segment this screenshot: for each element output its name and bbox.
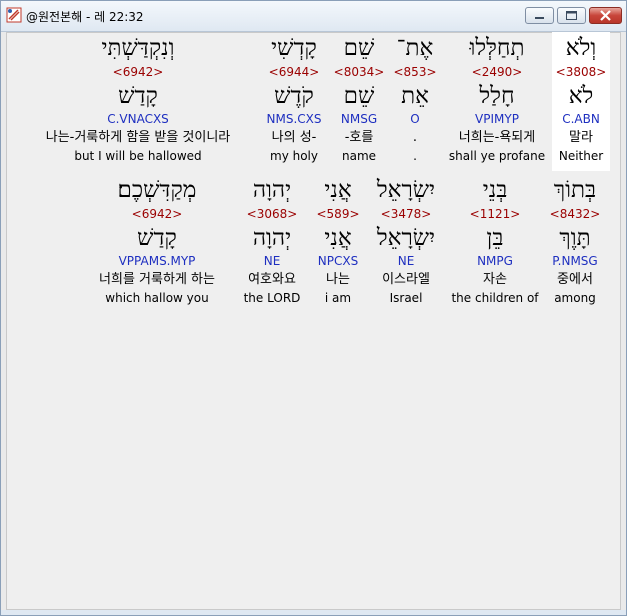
title-bar[interactable]: @원전본해 - 레 22:32 xyxy=(1,1,626,32)
english-gloss: my holy xyxy=(270,149,318,163)
hebrew-word[interactable]: אֲנִי xyxy=(324,176,351,204)
hebrew-word[interactable]: יִשְׂרָאֵל xyxy=(377,176,435,204)
english-gloss: which hallow you xyxy=(105,291,209,305)
morphology-code: NMSG xyxy=(340,112,378,126)
hebrew-lemma: תָּוֶךְ xyxy=(559,225,591,251)
hebrew-lemma: אֵת xyxy=(401,83,429,109)
maximize-button[interactable] xyxy=(557,7,586,24)
strong-number[interactable]: <6942> xyxy=(113,65,164,79)
morphology-code: NMS.CXS xyxy=(266,112,322,126)
hebrew-word[interactable]: וְלֹא xyxy=(566,34,596,62)
korean-gloss: -호를 xyxy=(344,130,374,145)
strong-number[interactable]: <3808> xyxy=(556,65,607,79)
english-gloss: among xyxy=(554,291,596,305)
hebrew-lemma: לֹא xyxy=(568,83,594,109)
hebrew-lemma: יִשְׂרָאֵל xyxy=(376,225,436,251)
hebrew-word[interactable]: קָדְשִׁי xyxy=(271,34,317,62)
window-title: @원전본해 - 레 22:32 xyxy=(26,10,144,24)
hebrew-word[interactable]: תְחַלְּלוּ xyxy=(469,34,524,62)
english-gloss: . xyxy=(413,149,417,163)
morphology-code: C.VNACXS xyxy=(107,112,169,126)
english-gloss: Israel xyxy=(389,291,423,305)
strong-number[interactable]: <8432> xyxy=(550,207,601,221)
window-bottom-border xyxy=(1,610,626,615)
korean-gloss: 여호와요 xyxy=(248,272,296,287)
morphology-code: O xyxy=(410,112,420,126)
english-gloss: Neither xyxy=(558,149,604,163)
minimize-button[interactable] xyxy=(525,7,554,24)
strong-number[interactable]: <3478> xyxy=(381,207,432,221)
hebrew-lemma: קָדַשׁ xyxy=(137,225,177,251)
strong-number[interactable]: <2490> xyxy=(472,65,523,79)
english-gloss: but I will be hallowed xyxy=(74,149,202,163)
strong-number[interactable]: <6944> xyxy=(269,65,320,79)
close-button[interactable] xyxy=(589,7,622,24)
hebrew-word[interactable]: בְּנֵי xyxy=(483,176,508,204)
hebrew-lemma: קָדַשׁ xyxy=(118,83,158,109)
korean-gloss: 나의 성- xyxy=(271,130,317,145)
hebrew-lemma: קֹדֶשׁ xyxy=(274,83,314,109)
app-icon xyxy=(6,7,22,23)
strong-number[interactable]: <589> xyxy=(316,207,359,221)
morphology-code: VPIMYP xyxy=(475,112,519,126)
korean-gloss: 중에서 xyxy=(557,272,593,287)
korean-gloss: . xyxy=(412,130,418,145)
korean-gloss: 너희는-욕되게 xyxy=(458,130,536,145)
hebrew-lemma: אֲנִי xyxy=(324,225,352,251)
morphology-code: NE xyxy=(263,254,281,268)
close-icon xyxy=(600,10,611,21)
hebrew-word[interactable]: שֵׁם xyxy=(344,34,375,62)
morphology-code: C.ABN xyxy=(562,112,600,126)
english-gloss: shall ye profane xyxy=(448,149,546,163)
morphology-code: NMPG xyxy=(477,254,513,268)
english-gloss: i am xyxy=(324,291,352,305)
strong-number[interactable]: <8034> xyxy=(334,65,385,79)
strong-number[interactable]: <3068> xyxy=(247,207,298,221)
hebrew-word[interactable]: מְקַדִּשְׁכֶם׃ xyxy=(118,176,197,204)
korean-gloss: 나는-거룩하게 함을 받을 것이니라 xyxy=(45,130,231,145)
english-gloss: name xyxy=(341,149,377,163)
morphology-code: NE xyxy=(397,254,415,268)
hebrew-lemma: יְהוָה xyxy=(252,225,292,251)
korean-gloss: 말라 xyxy=(569,130,593,145)
english-gloss: the LORD xyxy=(243,291,301,305)
maximize-icon xyxy=(566,11,577,20)
korean-gloss: 자손 xyxy=(483,272,507,287)
morphology-code: VPPAMS.MYP xyxy=(118,254,196,268)
hebrew-word[interactable]: אֶת־ xyxy=(397,34,434,62)
app-window: @원전본해 - 레 22:32 וְלֹא <3808> לֹא C.ABN 말… xyxy=(0,0,627,616)
hebrew-lemma: שֵׁם xyxy=(343,83,375,109)
korean-gloss: 나는 xyxy=(326,272,350,287)
strong-number[interactable]: <6942> xyxy=(132,207,183,221)
hebrew-word[interactable]: יְהוָה xyxy=(253,176,291,204)
morphology-code: P.NMSG xyxy=(552,254,598,268)
morphology-code: NPCXS xyxy=(317,254,359,268)
korean-gloss: 너희를 거룩하게 하는 xyxy=(99,272,215,287)
strong-number[interactable]: <853> xyxy=(393,65,436,79)
strong-number[interactable]: <1121> xyxy=(470,207,521,221)
hebrew-lemma: בֵּן xyxy=(486,225,504,251)
hebrew-word[interactable]: בְּתוֹךְ xyxy=(554,176,596,204)
minimize-icon xyxy=(535,17,544,19)
hebrew-word[interactable]: וְנִקְדַּשְׁתִּי xyxy=(101,34,174,62)
korean-gloss: 이스라엘 xyxy=(382,272,430,287)
english-gloss: the children of xyxy=(451,291,539,305)
hebrew-lemma: חָלַל xyxy=(479,83,515,109)
